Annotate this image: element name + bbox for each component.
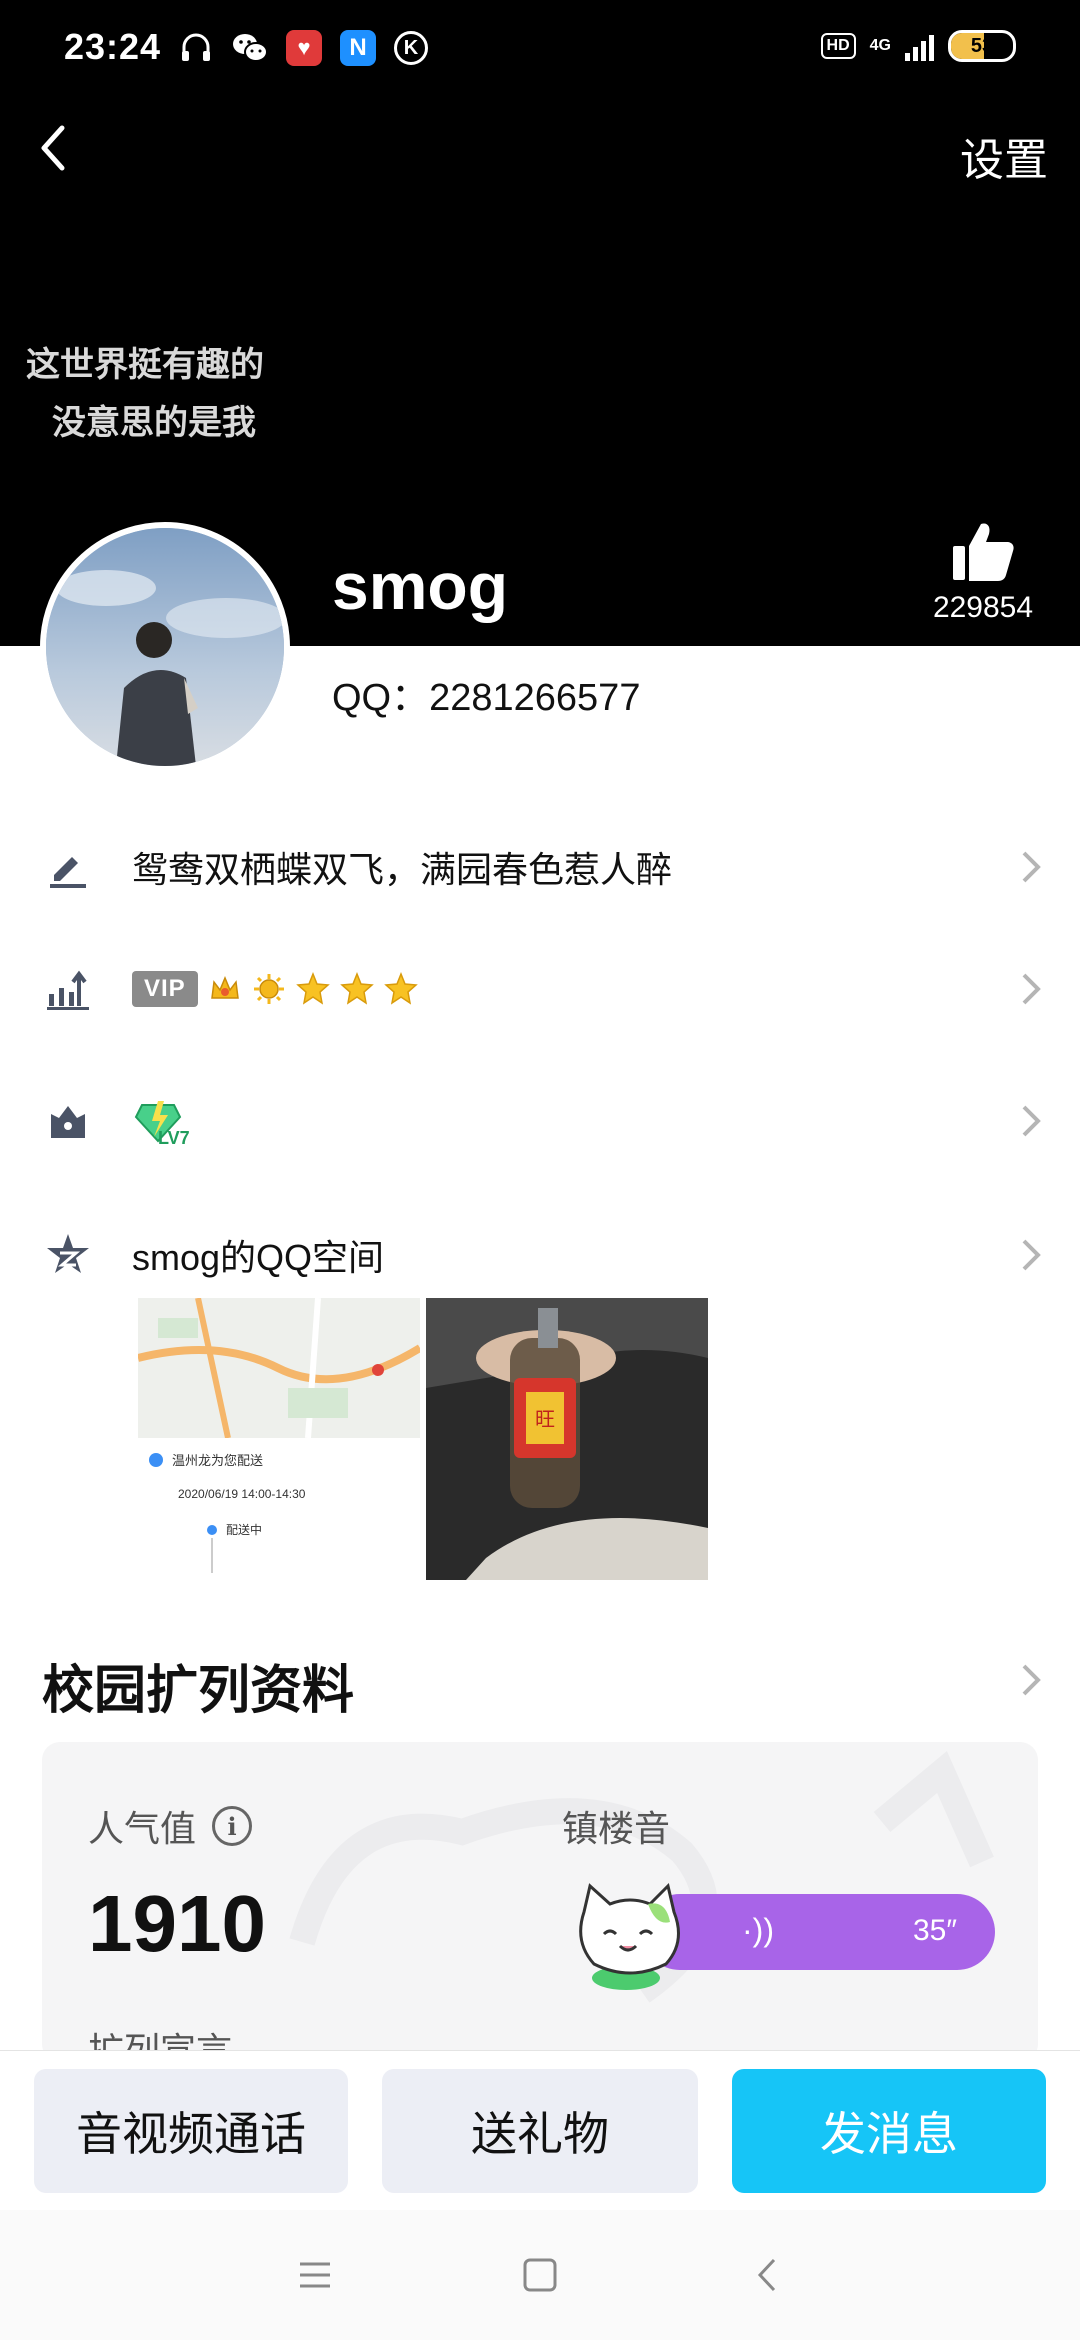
qzone-photo-bottle[interactable]: 旺	[426, 1298, 708, 1580]
username: smog	[332, 549, 509, 623]
badge-level: LV7	[158, 1127, 190, 1148]
voice-play-bar[interactable]: ·)) 35″	[642, 1894, 995, 1970]
chevron-right-icon	[1022, 1105, 1041, 1137]
edit-pencil-icon	[44, 843, 92, 891]
campus-card: 人气值 i 1910 镇楼音 ·)) 35″ 扩列宣言	[42, 1742, 1038, 2062]
qzone-label: smog的QQ空间	[132, 1237, 385, 1278]
like-button[interactable]: 229854	[908, 520, 1058, 625]
map-photo-label: 温州龙为您配送	[172, 1453, 263, 1468]
thumbs-up-icon	[953, 523, 1014, 581]
chevron-right-icon	[1022, 1239, 1041, 1271]
menu-icon[interactable]	[290, 2250, 340, 2300]
qzone-photos: 温州龙为您配送 2020/06/19 14:00-14:30 配送中 旺	[138, 1298, 708, 1580]
battery-level: 53	[970, 35, 994, 57]
popularity-label: 人气值	[88, 1808, 197, 1849]
qzone-photo-map[interactable]: 温州龙为您配送 2020/06/19 14:00-14:30 配送中	[138, 1298, 420, 1580]
qq-number: QQ：2281266577	[332, 677, 641, 719]
headset-icon	[178, 30, 214, 66]
back-arrow-icon[interactable]	[24, 118, 84, 178]
action-bar: 音视频通话 送礼物 发消息	[0, 2050, 1080, 2210]
network-type: 4G	[869, 37, 891, 54]
level-up-chart-icon	[44, 965, 92, 1013]
star-icon	[339, 972, 374, 1005]
signal-icon	[905, 31, 934, 61]
gift-box-icon	[44, 1097, 92, 1145]
status-time: 23:24	[64, 26, 162, 67]
background-signature-text: 这世界挺有趣的 没意思的是我	[26, 336, 264, 452]
home-icon[interactable]	[515, 2250, 565, 2300]
n-app-icon: N	[340, 30, 376, 66]
notification-icons: ♥ N K	[178, 30, 428, 66]
vip-level-row[interactable]: VIP	[0, 934, 1080, 1044]
sound-wave-icon: ·))	[742, 1912, 774, 1948]
badge-content: LV7	[132, 1094, 190, 1149]
popularity-value: 1910	[88, 1879, 266, 1968]
voice-label: 镇楼音	[562, 1808, 671, 1849]
voice-duration: 35″	[913, 1914, 957, 1947]
map-photo-status: 配送中	[226, 1522, 262, 1537]
qzone-star-icon	[44, 1231, 92, 1279]
chevron-right-icon	[1022, 851, 1041, 883]
like-count: 229854	[932, 591, 1034, 624]
settings-button[interactable]: 设置	[960, 124, 1048, 188]
popularity-label-group: 人气值 i	[88, 1800, 253, 1852]
system-status-icons: HD 4G 53	[820, 30, 1016, 62]
vip-level-content: VIP	[132, 971, 418, 1007]
signature-line-1: 这世界挺有趣的	[26, 346, 264, 384]
info-icon[interactable]: i	[212, 1806, 253, 1846]
crown-icon	[210, 976, 239, 999]
status-text: 鸳鸯双栖蝶双飞，满园春色惹人醉	[132, 849, 673, 890]
video-call-button[interactable]: 音视频通话	[34, 2069, 348, 2193]
bottle-label-text: 旺	[535, 1407, 555, 1431]
qzone-row[interactable]: smog的QQ空间	[0, 1200, 1080, 1310]
avatar[interactable]	[40, 522, 290, 772]
hd-badge: HD	[820, 33, 856, 59]
badge-row[interactable]: LV7	[0, 1066, 1080, 1176]
cat-mascot-icon	[579, 1883, 680, 1990]
red-app-icon: ♥	[286, 30, 322, 66]
star-icon	[295, 972, 330, 1005]
wechat-icon	[232, 30, 268, 66]
campus-section-title: 校园扩列资料	[42, 1662, 355, 1720]
star-icon	[383, 972, 418, 1005]
signature-line-2: 没意思的是我	[52, 404, 256, 442]
system-navigation-bar	[0, 2210, 1080, 2340]
k-app-icon: K	[394, 31, 428, 65]
campus-chevron-right-icon[interactable]	[1016, 1660, 1046, 1700]
vip-badge: VIP	[132, 971, 198, 1007]
send-message-button[interactable]: 发消息	[732, 2069, 1046, 2193]
back-icon[interactable]	[744, 2250, 794, 2300]
sun-icon	[253, 974, 284, 1004]
send-gift-button[interactable]: 送礼物	[382, 2069, 698, 2193]
map-photo-timestamp: 2020/06/19 14:00-14:30	[178, 1487, 306, 1501]
status-bar: 23:24 ♥ N K HD 4G 53	[0, 0, 1080, 100]
status-row[interactable]: 鸳鸯双栖蝶双飞，满园春色惹人醉	[0, 812, 1080, 922]
chevron-right-icon	[1022, 973, 1041, 1005]
battery-icon: 53	[948, 30, 1016, 62]
